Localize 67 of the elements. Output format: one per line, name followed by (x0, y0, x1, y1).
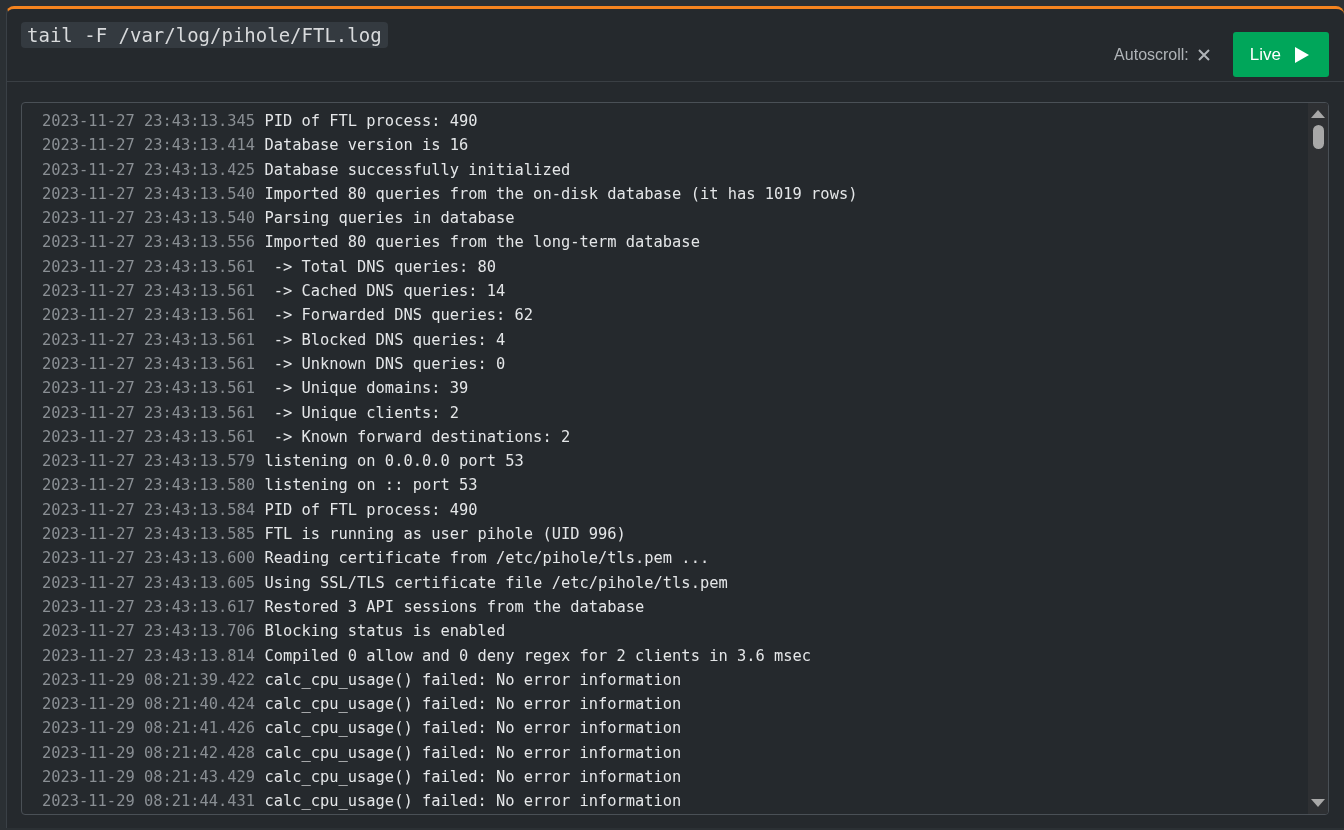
log-message: Reading certificate from /etc/pihole/tls.pem ... (264, 549, 710, 568)
scrollbar-thumb[interactable] (1312, 125, 1324, 149)
log-message: Imported 80 queries from the long-term database (264, 233, 700, 252)
log-message: calc_cpu_usage() failed: No error information (264, 670, 682, 689)
log-message: FTL is running as user pihole (UID 996) (264, 525, 626, 544)
log-message: Database version is 16 (264, 136, 469, 155)
log-message: -> Known forward destinations: 2 (272, 427, 571, 446)
log-timestamp: 2023-11-29 08:21:41.426 (42, 719, 256, 738)
log-timestamp: 2023-11-27 23:43:13.814 (42, 646, 256, 665)
log-message: -> Cached DNS queries: 14 (272, 282, 506, 301)
log-message: -> Blocked DNS queries: 4 (272, 330, 506, 349)
log-message: calc_cpu_usage() failed: No error information (264, 695, 682, 714)
log-timestamp: 2023-11-27 23:43:13.561 (42, 282, 256, 301)
log-timestamp: 2023-11-27 23:43:13.561 (42, 403, 256, 422)
log-timestamp: 2023-11-27 23:43:13.585 (42, 525, 256, 544)
log-message: Imported 80 queries from the on-disk database (it has 1019 rows) (264, 184, 858, 203)
scrollbar[interactable] (1308, 103, 1328, 814)
log-message: Using SSL/TLS certificate file /etc/pihole/tls.pem (264, 573, 728, 592)
log-timestamp: 2023-11-27 23:43:13.561 (42, 330, 256, 349)
log-timestamp: 2023-11-27 23:43:13.540 (42, 184, 256, 203)
log-message: -> Unique domains: 39 (272, 379, 469, 398)
log-message: Blocking status is enabled (264, 622, 506, 641)
autoscroll-label: Autoscroll: (1114, 45, 1189, 64)
log-timestamp: 2023-11-27 23:43:13.414 (42, 136, 256, 155)
log-timestamp: 2023-11-29 08:21:39.422 (42, 670, 256, 689)
log-timestamp: 2023-11-29 08:21:42.428 (42, 743, 256, 762)
log-timestamp: 2023-11-27 23:43:13.345 (42, 112, 256, 130)
log-timestamp: 2023-11-27 23:43:13.600 (42, 549, 256, 568)
log-timestamp: 2023-11-29 08:21:44.431 (42, 792, 256, 811)
log-message: Compiled 0 allow and 0 deny regex for 2 clients in 3.6 msec (264, 646, 812, 665)
live-button[interactable]: Live (1232, 32, 1329, 77)
log-timestamp: 2023-11-27 23:43:13.579 (42, 452, 256, 471)
log-message: calc_cpu_usage() failed: No error information (264, 768, 682, 786)
log-timestamp: 2023-11-29 08:21:40.424 (42, 695, 256, 714)
log-timestamp: 2023-11-27 23:43:13.561 (42, 257, 256, 276)
log-message: calc_cpu_usage() failed: No error information (264, 719, 682, 738)
log-message: -> Forwarded DNS queries: 62 (272, 306, 534, 325)
log-message: PID of FTL process: 490 (264, 500, 478, 519)
log-message: listening on 0.0.0.0 port 53 (264, 452, 524, 471)
log-timestamp: 2023-11-27 23:43:13.706 (42, 622, 256, 641)
log-message: listening on :: port 53 (264, 476, 478, 495)
log-timestamp: 2023-11-29 08:21:43.429 (42, 768, 256, 786)
scroll-up-icon[interactable] (1311, 110, 1325, 118)
log-message: calc_cpu_usage() failed: No error information (264, 743, 682, 762)
log-timestamp: 2023-11-27 23:43:13.561 (42, 354, 256, 373)
command-title: tail -F /var/log/pihole/FTL.log (21, 22, 388, 48)
scroll-down-icon[interactable] (1311, 798, 1325, 807)
log-timestamp: 2023-11-27 23:43:13.580 (42, 476, 256, 495)
log-timestamp: 2023-11-27 23:43:13.617 (42, 597, 256, 616)
log-message: Parsing queries in database (264, 209, 515, 228)
log-message: -> Unique clients: 2 (272, 403, 459, 422)
log-message: calc_cpu_usage() failed: No error information (264, 792, 682, 811)
log-message: PID of FTL process: 490 (264, 112, 478, 130)
log-message: Restored 3 API sessions from the database (264, 597, 645, 616)
log-message: -> Unknown DNS queries: 0 (272, 354, 506, 373)
log-timestamp: 2023-11-27 23:43:13.561 (42, 427, 256, 446)
close-icon[interactable] (1197, 48, 1210, 61)
log-timestamp: 2023-11-27 23:43:13.540 (42, 209, 256, 228)
log-timestamp: 2023-11-27 23:43:13.584 (42, 500, 256, 519)
log-message: Database successfully initialized (264, 160, 571, 179)
log-timestamp: 2023-11-27 23:43:13.556 (42, 233, 256, 252)
play-icon (1295, 46, 1309, 63)
log-timestamp: 2023-11-27 23:43:13.425 (42, 160, 256, 179)
log-message: -> Total DNS queries: 80 (272, 257, 497, 276)
log-timestamp: 2023-11-27 23:43:13.561 (42, 379, 256, 398)
log-timestamp: 2023-11-27 23:43:13.561 (42, 306, 256, 325)
log-timestamp: 2023-11-27 23:43:13.605 (42, 573, 256, 592)
